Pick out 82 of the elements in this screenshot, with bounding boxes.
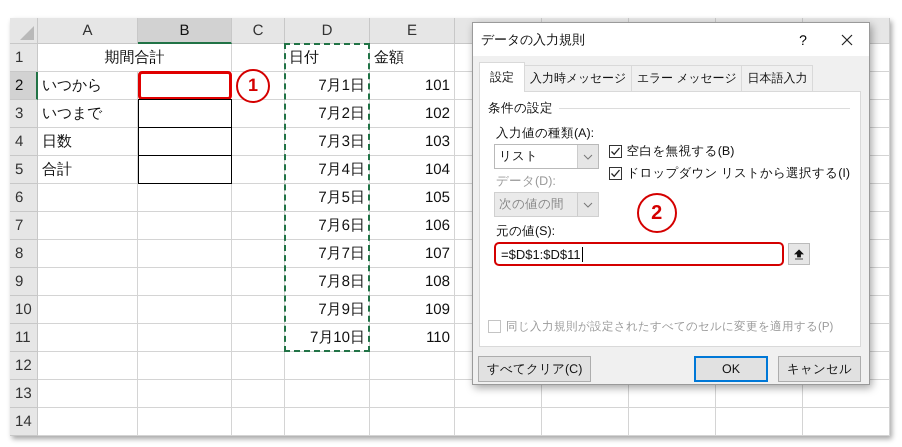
- sheet-cell: 7月6日: [285, 212, 370, 240]
- checkbox-option[interactable]: ドロップダウン リストから選択する(I): [608, 165, 850, 182]
- chevron-down-icon: [582, 154, 593, 160]
- row-header[interactable]: 10: [10, 296, 38, 324]
- callout-number: 2: [636, 193, 677, 233]
- row-header[interactable]: 9: [10, 268, 38, 296]
- sheet-cell: 104: [370, 156, 455, 184]
- row-header[interactable]: 13: [10, 380, 38, 408]
- sheet-cell: 105: [370, 184, 455, 212]
- column-header[interactable]: D: [285, 18, 370, 44]
- sheet-cell: [232, 212, 285, 240]
- sheet-cell: 7月7日: [285, 240, 370, 268]
- dialog-button[interactable]: すべてクリア(C): [478, 356, 592, 382]
- sheet-cell: 110: [370, 324, 455, 352]
- dialog-button[interactable]: キャンセル: [778, 356, 861, 382]
- row-header[interactable]: 6: [10, 184, 38, 212]
- sheet-cell: 108: [370, 268, 455, 296]
- chevron-down-icon: [582, 202, 593, 208]
- row-header[interactable]: 7: [10, 212, 38, 240]
- sheet-cell: 7月4日: [285, 156, 370, 184]
- row-header[interactable]: 12: [10, 352, 38, 380]
- sheet-cell: 109: [370, 296, 455, 324]
- sheet-cell: 7月10日: [285, 324, 370, 352]
- input-cell[interactable]: [138, 71, 232, 100]
- column-header[interactable]: A: [38, 18, 138, 44]
- sheet-cell: 合計: [38, 156, 138, 184]
- sheet-cell: 7月1日: [285, 72, 370, 100]
- sheet-cell: 期間合計: [38, 44, 232, 72]
- sheet-cell: 7月9日: [285, 296, 370, 324]
- field-label: 元の値(S):: [495, 223, 556, 240]
- source-input-field[interactable]: =$D$1:$D$11: [494, 242, 784, 266]
- input-cell[interactable]: [138, 155, 232, 184]
- sheet-cell: [232, 408, 285, 436]
- row-header[interactable]: 3: [10, 100, 38, 128]
- row-header[interactable]: 4: [10, 128, 38, 156]
- field-label: 入力値の種類(A):: [495, 125, 596, 142]
- checkbox-option[interactable]: 空白を無視する(B): [608, 143, 850, 160]
- collapse-dialog-button[interactable]: [788, 243, 810, 265]
- sheet-cell: 日数: [38, 128, 138, 156]
- row-header[interactable]: 11: [10, 324, 38, 352]
- sheet-cell: 7月5日: [285, 184, 370, 212]
- column-header[interactable]: C: [232, 18, 285, 44]
- sheet-cell: 日付: [285, 44, 370, 72]
- sheet-cell: いつまで: [38, 100, 138, 128]
- input-cell[interactable]: [138, 99, 232, 128]
- checkmark-icon: [610, 146, 621, 157]
- sheet-cell: 102: [370, 100, 455, 128]
- dialog-title: データの入力規則: [481, 30, 585, 48]
- close-icon: [841, 34, 853, 46]
- row-header[interactable]: 14: [10, 408, 38, 436]
- dialog-tab[interactable]: 日本語入力: [741, 65, 814, 91]
- row-header[interactable]: 5: [10, 156, 38, 184]
- row-header[interactable]: 2: [10, 72, 38, 100]
- sheet-cell: 金額: [370, 44, 455, 72]
- sheet-cell: [232, 240, 285, 268]
- sheet-cell: 107: [370, 240, 455, 268]
- sheet-cell: 7月3日: [285, 128, 370, 156]
- column-header[interactable]: E: [370, 18, 455, 44]
- sheet-cell: 103: [370, 128, 455, 156]
- triangle-icon: [20, 26, 34, 40]
- field-label: データ(D):: [495, 173, 557, 190]
- input-cell[interactable]: [138, 127, 232, 156]
- checkmark-icon: [610, 168, 621, 179]
- row-header[interactable]: 1: [10, 44, 38, 72]
- allow-dropdown[interactable]: リスト: [494, 144, 599, 169]
- sheet-cell: [232, 128, 285, 156]
- help-button[interactable]: ?: [781, 24, 825, 54]
- sheet-cell: 7月2日: [285, 100, 370, 128]
- sheet-cell: [232, 324, 285, 352]
- callout-number: 1: [236, 68, 270, 102]
- section-heading: 条件の設定: [488, 100, 553, 117]
- sheet-cell: いつから: [38, 72, 138, 100]
- sheet-cell: [232, 380, 285, 408]
- dialog-tab[interactable]: 設定: [479, 62, 525, 92]
- sheet-cell: 101: [370, 72, 455, 100]
- sheet-cell: [232, 352, 285, 380]
- row-header[interactable]: 8: [10, 240, 38, 268]
- upload-arrow-icon: [794, 248, 804, 260]
- column-header[interactable]: B: [138, 18, 232, 44]
- sheet-cell: 7月8日: [285, 268, 370, 296]
- dialog-button[interactable]: OK: [694, 356, 768, 382]
- sheet-cell: 106: [370, 212, 455, 240]
